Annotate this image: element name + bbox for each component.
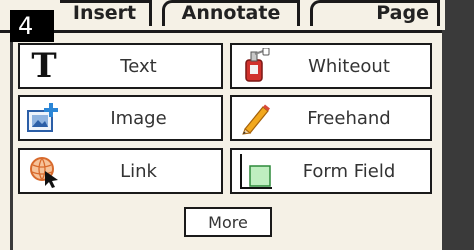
step-badge: 4	[10, 10, 54, 42]
form-field-icon	[234, 149, 278, 193]
panel-top-border	[0, 30, 446, 33]
tab-annotate[interactable]: Annotate	[162, 0, 300, 26]
text-tool-button[interactable]: T Text	[18, 43, 223, 89]
outside-area	[445, 0, 474, 250]
image-add-icon	[22, 96, 66, 140]
tab-insert[interactable]: Insert	[60, 0, 152, 26]
tab-page[interactable]: Page	[310, 0, 440, 26]
link-icon	[22, 149, 66, 193]
panel-left-border	[10, 30, 13, 250]
whiteout-tool-button[interactable]: Whiteout	[230, 43, 432, 89]
freehand-tool-label: Freehand	[307, 107, 391, 129]
form-field-tool-label: Form Field	[302, 160, 396, 182]
form-field-tool-button[interactable]: Form Field	[230, 148, 432, 194]
text-tool-label: Text	[120, 55, 157, 77]
image-tool-label: Image	[110, 107, 167, 129]
link-tool-label: Link	[120, 160, 157, 182]
link-tool-button[interactable]: Link	[18, 148, 223, 194]
more-button[interactable]: More	[184, 207, 272, 237]
whiteout-tool-label: Whiteout	[308, 55, 390, 77]
whiteout-icon	[234, 44, 278, 88]
pencil-icon	[234, 96, 278, 140]
text-icon: T	[31, 46, 57, 86]
freehand-tool-button[interactable]: Freehand	[230, 95, 432, 141]
image-tool-button[interactable]: Image	[18, 95, 223, 141]
tab-strip: Insert Annotate Page	[0, 0, 474, 30]
